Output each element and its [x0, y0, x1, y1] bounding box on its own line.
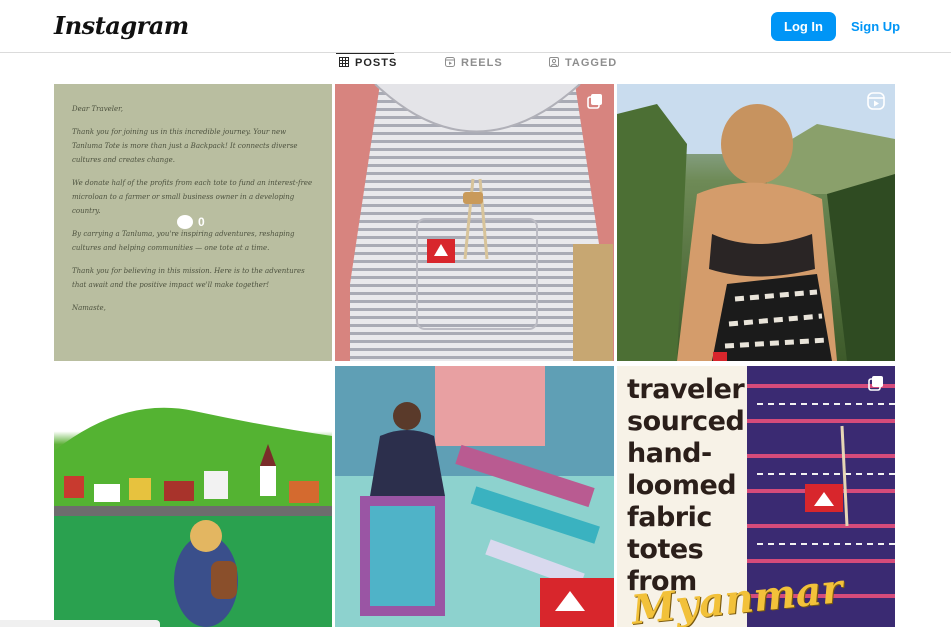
post-tile-2[interactable]: [335, 84, 614, 361]
comment-count-overlay: 0: [177, 215, 205, 229]
tab-reels[interactable]: REELS: [445, 55, 503, 71]
profile-tabs: POSTS REELS TAGGED: [0, 53, 951, 75]
ad-line: hand-: [627, 438, 712, 469]
striped-backpack-image: [350, 84, 613, 361]
harbor-town-image: [54, 366, 332, 627]
weaver-woman-image: [335, 366, 614, 627]
signup-link[interactable]: Sign Up: [851, 19, 900, 34]
mountain-woman-image: [617, 84, 895, 361]
handwritten-letter-image: Dear Traveler, Thank you for joining us …: [72, 102, 314, 324]
ad-headline: traveler sourced hand- loomed fabric tot…: [627, 374, 745, 598]
carousel-icon: [867, 374, 885, 392]
tab-tagged-label: TAGGED: [565, 57, 618, 69]
reels-icon: [445, 56, 455, 70]
post-tile-6[interactable]: traveler sourced hand- loomed fabric tot…: [617, 366, 895, 627]
ad-line: sourced: [627, 406, 745, 437]
instagram-logo[interactable]: Instagram: [54, 11, 189, 40]
footer-bar: [0, 620, 160, 627]
tab-posts[interactable]: POSTS: [339, 55, 397, 71]
letter-line: Dear Traveler,: [72, 105, 123, 113]
ad-line: traveler: [627, 374, 745, 405]
comment-icon: [177, 215, 193, 229]
letter-line: We donate half of the profits from each …: [72, 179, 313, 215]
comment-count: 0: [198, 215, 205, 229]
post-tile-3[interactable]: [617, 84, 895, 361]
letter-line: Namaste,: [72, 304, 106, 312]
login-button[interactable]: Log In: [771, 12, 836, 41]
ad-line: fabric: [627, 502, 712, 533]
tab-reels-label: REELS: [461, 57, 503, 69]
letter-line: Thank you for believing in this mission.…: [72, 267, 305, 289]
ad-line: loomed: [627, 470, 737, 501]
post-tile-1[interactable]: Dear Traveler, Thank you for joining us …: [54, 84, 332, 361]
carousel-icon: [586, 92, 604, 110]
post-tile-4[interactable]: [54, 366, 332, 627]
letter-line: Thank you for joining us in this incredi…: [72, 128, 298, 164]
post-tile-5[interactable]: [335, 366, 614, 627]
tagged-icon: [549, 56, 559, 70]
reel-icon: [867, 92, 885, 110]
tab-tagged[interactable]: TAGGED: [549, 55, 617, 71]
tab-posts-label: POSTS: [355, 57, 398, 69]
grid-icon: [339, 56, 349, 70]
active-tab-indicator: [336, 53, 394, 54]
ad-line: totes: [627, 534, 704, 565]
top-bar: Instagram Log In Sign Up: [0, 0, 951, 53]
letter-line: By carrying a Tanluma, you're inspiring …: [72, 230, 295, 252]
